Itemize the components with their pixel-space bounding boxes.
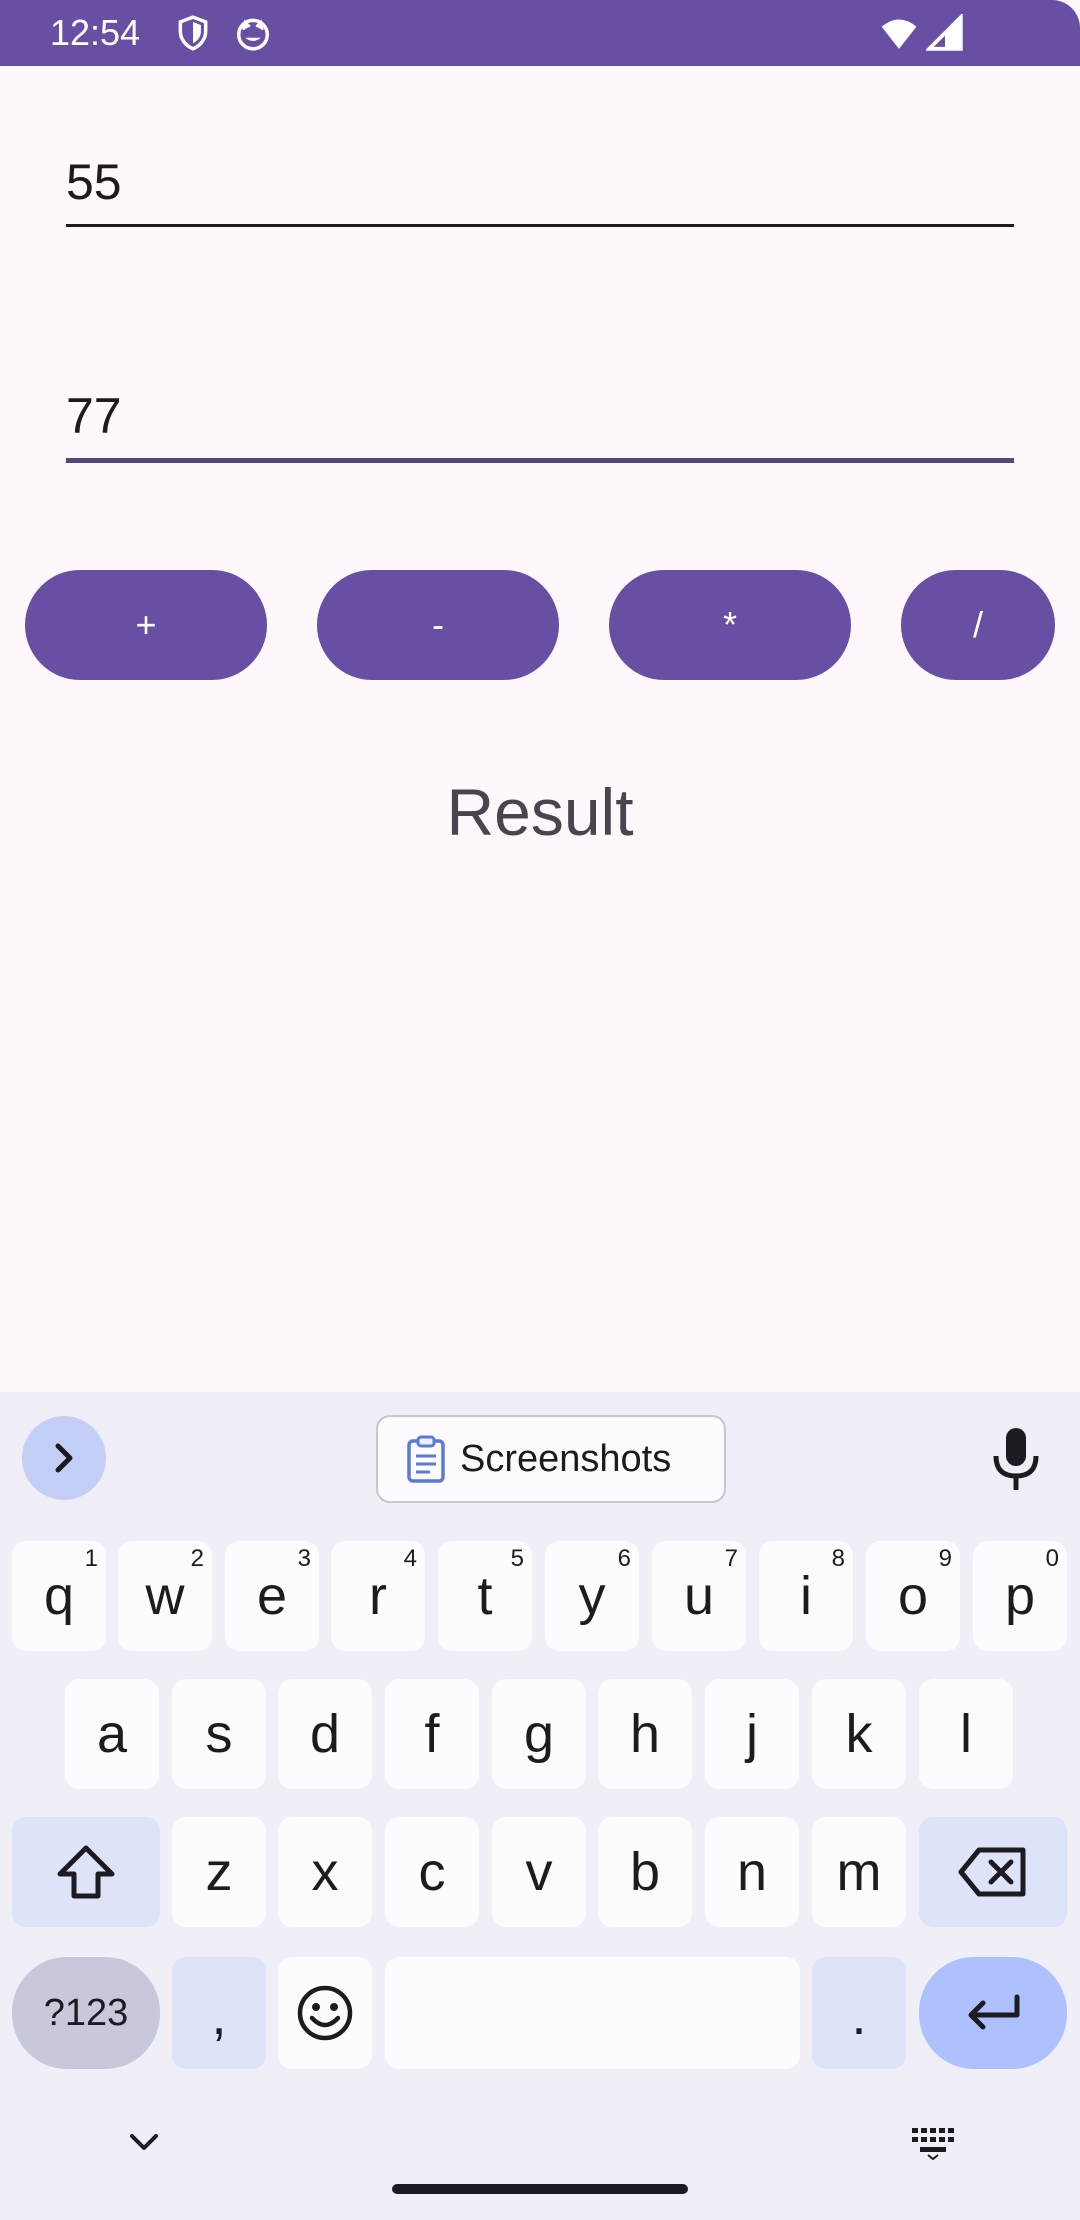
key-f[interactable]: f xyxy=(385,1679,479,1789)
divide-button[interactable]: / xyxy=(901,570,1055,680)
key-m[interactable]: m xyxy=(812,1817,906,1927)
home-indicator[interactable] xyxy=(392,2184,688,2194)
space-key[interactable] xyxy=(385,1957,800,2069)
first-number-underline xyxy=(66,224,1014,227)
key-b[interactable]: b xyxy=(598,1817,692,1927)
key-u[interactable]: u7 xyxy=(652,1541,746,1651)
key-q[interactable]: q1 xyxy=(12,1541,106,1651)
backspace-key[interactable] xyxy=(919,1817,1067,1927)
microphone-icon[interactable] xyxy=(988,1426,1044,1492)
clipboard-suggestion-chip[interactable]: Screenshots xyxy=(376,1415,726,1503)
second-number-value: 77 xyxy=(66,388,122,444)
add-button[interactable]: + xyxy=(25,570,267,680)
calculator-screen: 55 77 + - * / Result xyxy=(0,66,1080,1392)
period-key[interactable]: . xyxy=(812,1957,906,2069)
key-r[interactable]: r4 xyxy=(331,1541,425,1651)
key-c[interactable]: c xyxy=(385,1817,479,1927)
chevron-right-icon xyxy=(55,1443,73,1473)
key-x[interactable]: x xyxy=(278,1817,372,1927)
result-label: Result xyxy=(446,775,634,849)
key-y[interactable]: y6 xyxy=(545,1541,639,1651)
key-d[interactable]: d xyxy=(278,1679,372,1789)
key-z[interactable]: z xyxy=(172,1817,266,1927)
status-bar: 12:54 xyxy=(0,0,1080,66)
clipboard-icon xyxy=(407,1435,445,1483)
expand-toolbar-button[interactable] xyxy=(22,1416,106,1500)
key-k[interactable]: k xyxy=(812,1679,906,1789)
key-g[interactable]: g xyxy=(492,1679,586,1789)
key-n[interactable]: n xyxy=(705,1817,799,1927)
shield-icon xyxy=(178,15,208,51)
wifi-icon xyxy=(881,19,917,49)
key-a[interactable]: a xyxy=(65,1679,159,1789)
symbols-key[interactable]: ?123 xyxy=(12,1957,160,2069)
key-l[interactable]: l xyxy=(919,1679,1013,1789)
emoji-icon xyxy=(297,1985,353,2041)
backspace-icon xyxy=(958,1847,1026,1897)
key-h[interactable]: h xyxy=(598,1679,692,1789)
first-number-field[interactable]: 55 xyxy=(66,152,1014,227)
multiply-button[interactable]: * xyxy=(609,570,851,680)
key-s[interactable]: s xyxy=(172,1679,266,1789)
key-t[interactable]: t5 xyxy=(438,1541,532,1651)
key-j[interactable]: j xyxy=(705,1679,799,1789)
second-number-underline xyxy=(66,458,1014,463)
key-o[interactable]: o9 xyxy=(866,1541,960,1651)
key-i[interactable]: i8 xyxy=(759,1541,853,1651)
key-w[interactable]: w2 xyxy=(118,1541,212,1651)
enter-icon xyxy=(968,1994,1020,2030)
soft-keyboard: Screenshots q1 w2 e3 r4 t5 y6 u7 i8 o9 p… xyxy=(0,1392,1080,2220)
shift-key[interactable] xyxy=(12,1817,160,1927)
key-p[interactable]: p0 xyxy=(973,1541,1067,1651)
enter-key[interactable] xyxy=(919,1957,1067,2069)
subtract-button[interactable]: - xyxy=(317,570,559,680)
key-e[interactable]: e3 xyxy=(225,1541,319,1651)
key-v[interactable]: v xyxy=(492,1817,586,1927)
status-time: 12:54 xyxy=(50,12,141,53)
second-number-field[interactable]: 77 xyxy=(66,386,1014,463)
suggestion-chip-label: Screenshots xyxy=(460,1437,672,1480)
comma-key[interactable]: , xyxy=(172,1957,266,2069)
hide-keyboard-icon[interactable] xyxy=(126,2130,162,2154)
keyboard-switch-icon[interactable] xyxy=(910,2126,956,2160)
emoji-key[interactable] xyxy=(278,1957,372,2069)
cat-icon xyxy=(237,18,269,51)
shift-icon xyxy=(57,1845,115,1899)
first-number-value: 55 xyxy=(66,154,122,210)
cellular-icon xyxy=(926,14,963,51)
